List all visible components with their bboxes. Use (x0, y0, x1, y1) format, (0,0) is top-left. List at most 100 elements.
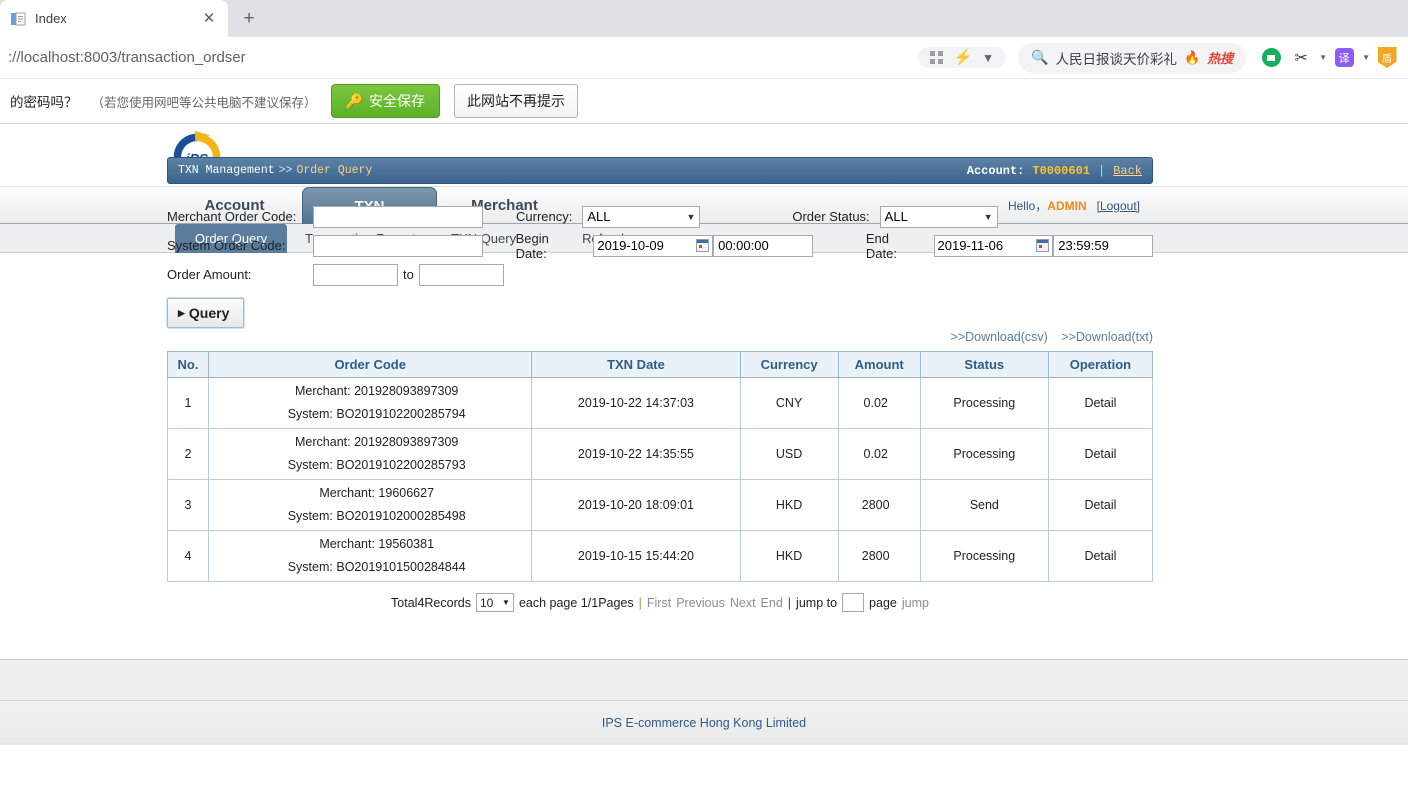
begin-date-input[interactable]: 2019-10-09 (593, 234, 714, 257)
system-line: System: BO2019101500284844 (223, 556, 530, 579)
triangle-right-icon: ▶ (178, 307, 185, 318)
tab-title: Index (35, 11, 67, 26)
omnibox-actions: ⚡ ▼ (918, 47, 1007, 68)
query-form: Merchant Order Code: Currency: ALL ▼ Orde… (167, 202, 1153, 328)
cell-no: 1 (166, 377, 210, 429)
back-link[interactable]: Back (1113, 164, 1142, 178)
chevron-down-icon: ▼ (686, 211, 696, 222)
translate-extension-icon[interactable]: 译 (1331, 45, 1357, 71)
end-time-input[interactable]: 23:59:59 (1053, 234, 1153, 257)
cell-operation-detail[interactable]: Detail (1047, 428, 1154, 480)
browser-search-box[interactable]: 🔍 人民日报谈天价彩礼 🔥 热搜 (1018, 42, 1247, 73)
cell-amount: 2800 (837, 530, 921, 582)
never-save-button[interactable]: 此网站不再提示 (453, 84, 578, 118)
system-value: BO2019102000285498 (336, 509, 466, 523)
cell-operation-detail[interactable]: Detail (1047, 479, 1154, 531)
browser-tab[interactable]: Index ✕ (0, 0, 228, 37)
document-icon (11, 12, 26, 25)
system-label: System: (287, 458, 333, 472)
reader-extension-icon[interactable] (1258, 45, 1284, 71)
calendar-icon[interactable] (696, 239, 710, 252)
cell-currency: HKD (739, 530, 839, 582)
password-bar-note: （若您使用网吧等公共电脑不建议保存） (91, 95, 317, 110)
end-date-label: End Date: (865, 230, 897, 261)
th-amount: Amount (837, 351, 921, 378)
end-date-value: 2019-11-06 (937, 238, 1004, 253)
cell-operation-detail[interactable]: Detail (1047, 530, 1154, 582)
download-links: >>Download(csv) >>Download(txt) (167, 330, 1153, 344)
system-order-code-label: System Order Code: (167, 238, 286, 253)
table-row: 2 Merchant: 201928093897309 System: BO20… (166, 428, 1154, 480)
grid-icon[interactable] (930, 51, 944, 64)
search-hot-text: 人民日报谈天价彩礼 (1055, 51, 1177, 67)
key-icon: 🔑 (345, 92, 363, 109)
download-csv-link[interactable]: >>Download(csv) (951, 330, 1048, 344)
cell-currency: USD (739, 428, 839, 480)
merchant-line: Merchant: 19606627 (223, 482, 530, 505)
chevron-down-icon[interactable]: ▼ (982, 52, 994, 64)
table-row: 4 Merchant: 19560381 System: BO201910150… (166, 530, 1154, 582)
th-txn-date: TXN Date (531, 351, 741, 378)
chevron-down-icon: ▼ (983, 211, 993, 222)
download-txt-link[interactable]: >>Download(txt) (1061, 330, 1153, 344)
chevron-down-icon[interactable]: ▼ (1319, 53, 1327, 62)
close-icon[interactable]: ✕ (200, 10, 218, 28)
cell-txn-date: 2019-10-22 14:37:03 (531, 377, 741, 429)
breadcrumb-arrow: >> (278, 164, 293, 177)
pager-first[interactable]: First (647, 596, 671, 610)
flame-icon: 🔥 (1183, 49, 1201, 65)
table-row: 1 Merchant: 201928093897309 System: BO20… (166, 377, 1154, 429)
merchant-label: Merchant: (295, 383, 351, 398)
page-size-select[interactable]: 10 ▼ (475, 593, 514, 612)
system-label: System: (287, 509, 333, 523)
currency-label: Currency: (516, 209, 573, 224)
scissors-extension-icon[interactable]: ✂ (1288, 45, 1314, 71)
query-button[interactable]: ▶ Query (167, 298, 245, 328)
begin-time-input[interactable]: 00:00:00 (713, 234, 813, 257)
shield-extension-icon[interactable]: 盾 (1374, 45, 1400, 71)
system-label: System: (287, 560, 333, 574)
th-status: Status (919, 351, 1049, 378)
merchant-value: 19560381 (378, 536, 435, 551)
end-date-input[interactable]: 2019-11-06 (933, 234, 1054, 257)
table-row: 3 Merchant: 19606627 System: BO201910200… (166, 479, 1154, 531)
cell-txn-date: 2019-10-22 14:35:55 (531, 428, 741, 480)
cell-operation-detail[interactable]: Detail (1047, 377, 1154, 429)
plus-icon[interactable]: + (234, 4, 264, 34)
system-order-code-input[interactable] (312, 234, 483, 257)
chevron-down-icon[interactable]: ▼ (1362, 53, 1370, 62)
pagination: Total4Records 10 ▼ each page 1/1Pages | F… (167, 593, 1153, 612)
cell-status: Processing (919, 530, 1049, 582)
calendar-icon[interactable] (1036, 239, 1050, 252)
order-amount-to-label: to (403, 267, 414, 282)
merchant-order-code-label: Merchant Order Code: (167, 209, 297, 224)
merchant-order-code-input[interactable] (313, 205, 483, 228)
form-row-1: Merchant Order Code: Currency: ALL ▼ Orde… (167, 202, 1153, 231)
extension-toolbar: ✂ ▼ 译 ▼ 盾 (1258, 45, 1400, 71)
order-amount-from-input[interactable] (313, 263, 398, 286)
breadcrumb: TXN Management >> Order Query Account: T00… (167, 157, 1153, 184)
pager-previous[interactable]: Previous (676, 596, 725, 610)
order-amount-to-input[interactable] (418, 263, 504, 286)
th-no: No. (166, 351, 210, 378)
begin-date-label: Begin Date: (515, 230, 549, 261)
address-bar[interactable]: ://localhost:8003/transaction_ordser (8, 43, 910, 73)
cell-status: Processing (919, 428, 1049, 480)
cell-txn-date: 2019-10-15 15:44:20 (531, 530, 741, 582)
breadcrumb-right: Account: T0000601 | Back (967, 164, 1142, 178)
end-time-value: 23:59:59 (1058, 238, 1109, 253)
cell-txn-date: 2019-10-20 18:09:01 (531, 479, 741, 531)
order-status-select[interactable]: ALL ▼ (879, 205, 998, 228)
pager-next[interactable]: Next (730, 596, 756, 610)
cell-currency: CNY (739, 377, 839, 429)
bolt-icon[interactable]: ⚡ (953, 50, 972, 65)
pager-jump-input[interactable] (842, 593, 865, 612)
pager-end[interactable]: End (761, 596, 783, 610)
save-password-button[interactable]: 🔑 安全保存 (330, 84, 440, 118)
currency-select[interactable]: ALL ▼ (582, 205, 701, 228)
breadcrumb-separator: | (1097, 163, 1106, 178)
table-header-row: No. Order Code TXN Date Currency Amount … (166, 351, 1154, 378)
pager-jump-button[interactable]: jump (902, 596, 929, 610)
system-value: BO2019102200285794 (336, 407, 466, 421)
order-status-label: Order Status: (792, 209, 870, 224)
